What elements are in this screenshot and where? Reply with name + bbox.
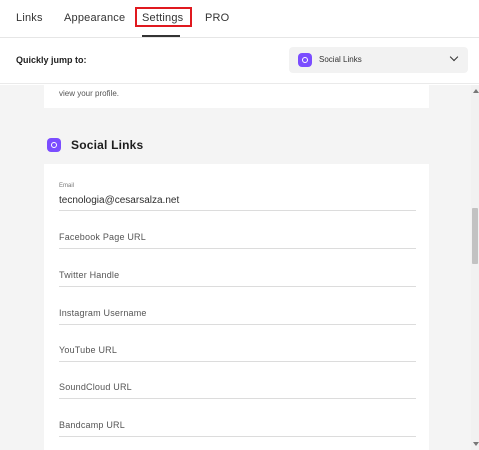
section-title: Social Links (71, 138, 144, 152)
chevron-down-icon (449, 52, 459, 62)
scrollbar-thumb[interactable] (472, 208, 478, 264)
bandcamp-url-input[interactable]: Bandcamp URL (59, 409, 416, 437)
bandcamp-url-placeholder: Bandcamp URL (59, 420, 125, 430)
social-links-icon (298, 53, 312, 67)
scroll-up-arrow-icon[interactable] (473, 89, 479, 93)
soundcloud-url-input[interactable]: SoundCloud URL (59, 371, 416, 399)
previous-section-card: view your profile. (44, 85, 429, 108)
tab-pro[interactable]: PRO (205, 12, 229, 24)
twitter-handle-placeholder: Twitter Handle (59, 270, 120, 280)
twitter-handle-input[interactable]: Twitter Handle (59, 259, 416, 287)
social-links-card: Email tecnologia@cesarsalza.net Facebook… (44, 164, 429, 450)
top-tab-bar: Links Appearance Settings PRO (0, 0, 479, 38)
facebook-page-url-input[interactable]: Facebook Page URL (59, 221, 416, 249)
quick-jump-bar: Quickly jump to: Social Links (0, 39, 479, 84)
quick-jump-selected-value: Social Links (319, 55, 362, 64)
tab-appearance[interactable]: Appearance (64, 12, 125, 24)
soundcloud-url-placeholder: SoundCloud URL (59, 382, 132, 392)
youtube-url-placeholder: YouTube URL (59, 345, 118, 355)
youtube-url-input[interactable]: YouTube URL (59, 334, 416, 362)
quick-jump-select[interactable]: Social Links (289, 47, 468, 73)
quick-jump-label: Quickly jump to: (16, 55, 87, 65)
vertical-scrollbar[interactable] (471, 85, 479, 450)
tab-links[interactable]: Links (16, 12, 43, 24)
previous-section-text: view your profile. (59, 89, 120, 98)
email-field[interactable]: Email tecnologia@cesarsalza.net (59, 183, 416, 211)
settings-content: view your profile. Social Links Email te… (0, 85, 471, 450)
social-links-icon (47, 138, 61, 152)
facebook-page-url-placeholder: Facebook Page URL (59, 232, 146, 242)
instagram-username-input[interactable]: Instagram Username (59, 297, 416, 325)
email-field-label: Email (59, 183, 75, 189)
scroll-down-arrow-icon[interactable] (473, 442, 479, 446)
active-tab-underline (142, 35, 180, 37)
instagram-username-placeholder: Instagram Username (59, 308, 147, 318)
settings-tab-highlight-box (135, 7, 192, 27)
email-field-value: tecnologia@cesarsalza.net (59, 195, 180, 206)
